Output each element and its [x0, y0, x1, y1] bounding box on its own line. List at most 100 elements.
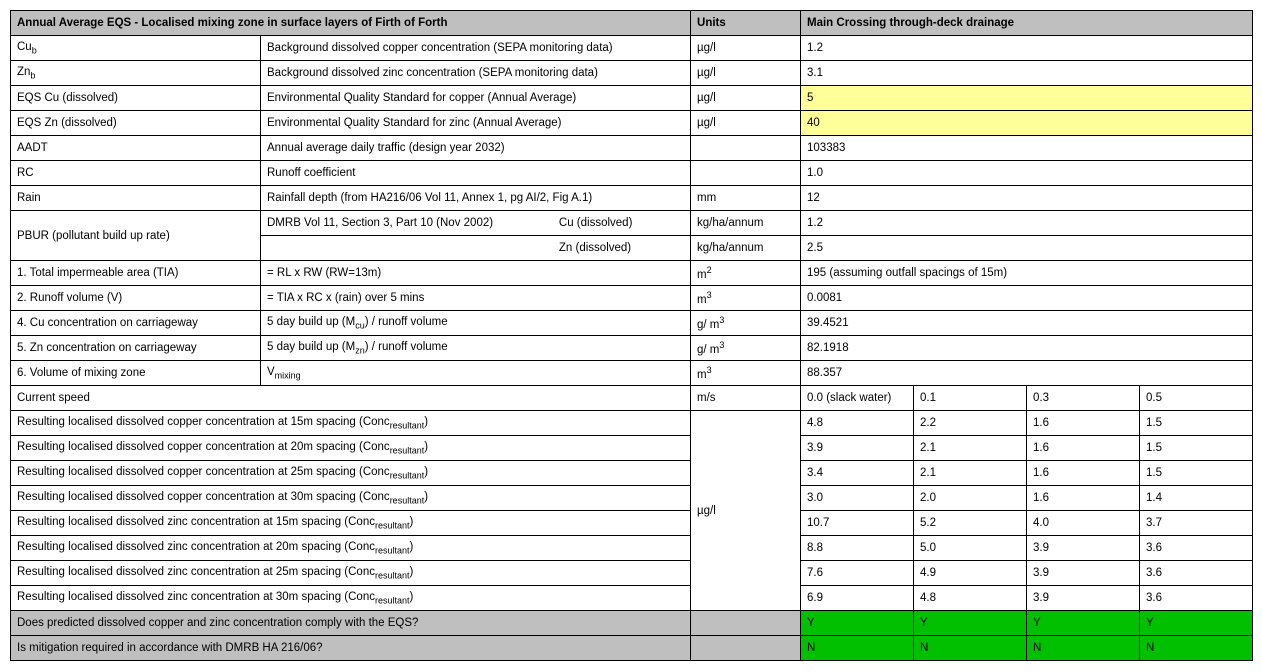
table-row: PBUR (pollutant build up rate) DMRB Vol …	[11, 211, 1253, 236]
param-cell: EQS Cu (dissolved)	[11, 86, 261, 111]
table-row: 2. Runoff volume (V) = TIA x RC x (rain)…	[11, 286, 1253, 311]
val-cell: 8.8	[801, 536, 914, 561]
val-cell: 3.7	[1140, 511, 1253, 536]
val-cell: 4.8	[914, 586, 1027, 611]
table-row: Rain Rainfall depth (from HA216/06 Vol 1…	[11, 186, 1253, 211]
unit-cell: m3	[691, 361, 801, 386]
val-cell: 10.7	[801, 511, 914, 536]
val-cell: 5.2	[914, 511, 1027, 536]
desc-cell: Annual average daily traffic (design yea…	[261, 136, 691, 161]
val-cell: 3.6	[1140, 586, 1253, 611]
unit-cell	[691, 136, 801, 161]
val-cell: 3.6	[1140, 536, 1253, 561]
unit-cell: g/ m3	[691, 336, 801, 361]
val-cell: 2.5	[801, 236, 1253, 261]
unit-cell: µg/l	[691, 36, 801, 61]
val-cell: 3.9	[801, 436, 914, 461]
val-cell: 5	[801, 86, 1253, 111]
label-cell: Resulting localised dissolved zinc conce…	[11, 586, 691, 611]
val-cell: 40	[801, 111, 1253, 136]
table-row: Is mitigation required in accordance wit…	[11, 636, 1253, 661]
unit-cell	[691, 611, 801, 636]
param-cell: 2. Runoff volume (V)	[11, 286, 261, 311]
table-row: Does predicted dissolved copper and zinc…	[11, 611, 1253, 636]
desc-cell: 5 day build up (Mcu) / runoff volume	[261, 311, 691, 336]
table-row: AADT Annual average daily traffic (desig…	[11, 136, 1253, 161]
val-cell: 3.0	[801, 486, 914, 511]
table-row: 5. Zn concentration on carriageway 5 day…	[11, 336, 1253, 361]
label-cell: Resulting localised dissolved zinc conce…	[11, 511, 691, 536]
table-row: Resulting localised dissolved zinc conce…	[11, 536, 1253, 561]
label-cell: Is mitigation required in accordance wit…	[11, 636, 691, 661]
unit-cell	[691, 636, 801, 661]
val-cell: 82.1918	[801, 336, 1253, 361]
val-cell: 7.6	[801, 561, 914, 586]
val-cell: 3.6	[1140, 561, 1253, 586]
val-cell: 1.2	[801, 211, 1253, 236]
label-cell: Resulting localised dissolved copper con…	[11, 486, 691, 511]
desc-cell: Runoff coefficient	[261, 161, 691, 186]
units-header: Units	[691, 11, 801, 36]
val-cell: 1.5	[1140, 411, 1253, 436]
val-cell: 3.4	[801, 461, 914, 486]
val-cell: 2.1	[914, 436, 1027, 461]
desc-cell: Background dissolved zinc concentration …	[261, 61, 691, 86]
table-row: Resulting localised dissolved copper con…	[11, 461, 1253, 486]
unit-cell: kg/ha/annum	[691, 211, 801, 236]
param-cell: 1. Total impermeable area (TIA)	[11, 261, 261, 286]
val-cell: 2.1	[914, 461, 1027, 486]
desc-cell: = RL x RW (RW=13m)	[261, 261, 691, 286]
table-row: RC Runoff coefficient 1.0	[11, 161, 1253, 186]
table-row: Resulting localised dissolved zinc conce…	[11, 511, 1253, 536]
label-cell: Resulting localised dissolved copper con…	[11, 411, 691, 436]
val-cell: 88.357	[801, 361, 1253, 386]
unit-cell: g/ m3	[691, 311, 801, 336]
desc-cell: DMRB Vol 11, Section 3, Part 10 (Nov 200…	[261, 211, 691, 236]
unit-cell: µg/l	[691, 111, 801, 136]
param-cell: Current speed	[11, 386, 691, 411]
val-cell: N	[914, 636, 1027, 661]
desc-cell: Environmental Quality Standard for zinc …	[261, 111, 691, 136]
desc-cell: Rainfall depth (from HA216/06 Vol 11, An…	[261, 186, 691, 211]
param-cell: Rain	[11, 186, 261, 211]
unit-cell: m2	[691, 261, 801, 286]
table-row: 4. Cu concentration on carriageway 5 day…	[11, 311, 1253, 336]
val-cell: 1.2	[801, 36, 1253, 61]
param-cell: AADT	[11, 136, 261, 161]
val-cell: 4.9	[914, 561, 1027, 586]
table-row: EQS Zn (dissolved) Environmental Quality…	[11, 111, 1253, 136]
val-cell: 5.0	[914, 536, 1027, 561]
val-cell: 0.3	[1027, 386, 1140, 411]
desc-cell: Vmixing	[261, 361, 691, 386]
val-cell: N	[801, 636, 914, 661]
param-cell: RC	[11, 161, 261, 186]
param-cell: 4. Cu concentration on carriageway	[11, 311, 261, 336]
val-cell: Y	[914, 611, 1027, 636]
param-cell: PBUR (pollutant build up rate)	[11, 211, 261, 261]
unit-cell: m3	[691, 286, 801, 311]
val-cell: 195 (assuming outfall spacings of 15m)	[801, 261, 1253, 286]
val-cell: 3.9	[1027, 536, 1140, 561]
val-cell: 1.6	[1027, 486, 1140, 511]
label-cell: Resulting localised dissolved zinc conce…	[11, 536, 691, 561]
table-row: 6. Volume of mixing zone Vmixing m3 88.3…	[11, 361, 1253, 386]
table-row: Cub Background dissolved copper concentr…	[11, 36, 1253, 61]
val-cell: 2.2	[914, 411, 1027, 436]
param-cell: Cub	[11, 36, 261, 61]
val-cell: 1.5	[1140, 461, 1253, 486]
param-cell: 6. Volume of mixing zone	[11, 361, 261, 386]
val-cell: 4.8	[801, 411, 914, 436]
unit-cell: kg/ha/annum	[691, 236, 801, 261]
unit-cell: m/s	[691, 386, 801, 411]
val-cell: 0.0081	[801, 286, 1253, 311]
val-cell: Y	[801, 611, 914, 636]
label-cell: Resulting localised dissolved copper con…	[11, 436, 691, 461]
table-row: Resulting localised dissolved copper con…	[11, 436, 1253, 461]
label-cell: Resulting localised dissolved copper con…	[11, 461, 691, 486]
unit-cell: µg/l	[691, 411, 801, 611]
table-row: Resulting localised dissolved copper con…	[11, 411, 1253, 436]
val-cell: 103383	[801, 136, 1253, 161]
val-cell: 3.1	[801, 61, 1253, 86]
table-header-row: Annual Average EQS - Localised mixing zo…	[11, 11, 1253, 36]
desc-cell: = TIA x RC x (rain) over 5 mins	[261, 286, 691, 311]
